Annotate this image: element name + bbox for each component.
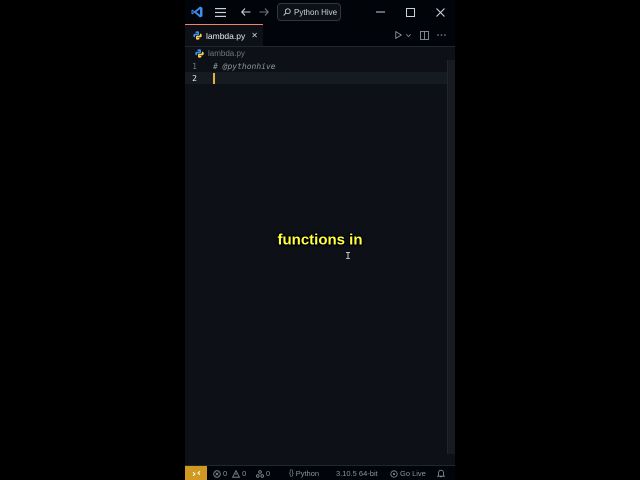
run-icon[interactable] — [392, 24, 404, 46]
go-live-button[interactable]: Go Live — [390, 466, 426, 480]
search-text: Python Hive — [294, 7, 338, 17]
notifications-bell-icon[interactable] — [437, 466, 445, 480]
ports-count: 0 — [266, 469, 271, 478]
go-live-label: Go Live — [400, 469, 426, 478]
split-editor-icon[interactable] — [418, 24, 430, 46]
tab-lambda-py[interactable]: lambda.py ✕ — [185, 24, 263, 46]
error-count: 0 — [223, 469, 228, 478]
code-editor[interactable]: 1 # @pythonhive 2 — [185, 60, 447, 465]
tab-label: lambda.py — [206, 30, 246, 41]
warning-count: 0 — [242, 469, 247, 478]
remote-indicator-icon[interactable] — [185, 466, 207, 480]
breadcrumb-file: lambda.py — [208, 48, 245, 58]
python-file-icon — [193, 31, 202, 40]
line-number: 1 — [192, 61, 197, 71]
problems-status[interactable]: 0 0 — [213, 466, 246, 480]
mouse-ibeam-cursor-icon: I — [345, 251, 352, 262]
tab-close-icon[interactable]: ✕ — [251, 31, 258, 40]
status-bar: 0 0 0 {} Python 3.10.5 64-bit Go Live — [185, 465, 455, 480]
search-icon — [283, 8, 291, 16]
command-center-search[interactable]: Python Hive — [277, 3, 341, 21]
warning-icon — [232, 469, 241, 478]
breadcrumb[interactable]: lambda.py — [195, 47, 245, 59]
line-number: 2 — [192, 73, 197, 83]
maximize-icon[interactable] — [402, 0, 418, 24]
ports-status[interactable]: 0 — [256, 466, 270, 480]
language-mode[interactable]: {} Python — [289, 466, 319, 480]
menu-hamburger-icon[interactable] — [212, 0, 228, 24]
vertical-scrollbar[interactable] — [447, 60, 455, 454]
code-line-active: 2 — [185, 72, 447, 84]
code-line: 1 # @pythonhive — [185, 60, 447, 72]
language-label: Python — [295, 469, 320, 478]
code-comment: # @pythonhive — [213, 61, 276, 71]
ports-icon — [256, 469, 264, 478]
interpreter-version[interactable]: 3.10.5 64-bit — [336, 466, 378, 480]
title-bar: Python Hive — [185, 0, 455, 24]
chevron-down-icon[interactable] — [404, 24, 412, 46]
forward-arrow-icon[interactable] — [257, 0, 271, 24]
close-window-icon[interactable] — [432, 0, 448, 24]
minimize-icon[interactable] — [372, 0, 388, 24]
python-file-icon — [195, 48, 204, 58]
vscode-logo-icon — [189, 0, 205, 24]
braces-icon: {} — [289, 470, 294, 477]
video-caption: functions in — [277, 231, 363, 249]
more-actions-icon[interactable] — [435, 24, 447, 46]
tab-bar: lambda.py ✕ — [185, 24, 455, 47]
interpreter-label: 3.10.5 64-bit — [336, 469, 378, 478]
back-arrow-icon[interactable] — [239, 0, 253, 24]
text-cursor — [213, 72, 215, 84]
broadcast-icon — [390, 469, 398, 478]
error-icon — [213, 469, 221, 478]
